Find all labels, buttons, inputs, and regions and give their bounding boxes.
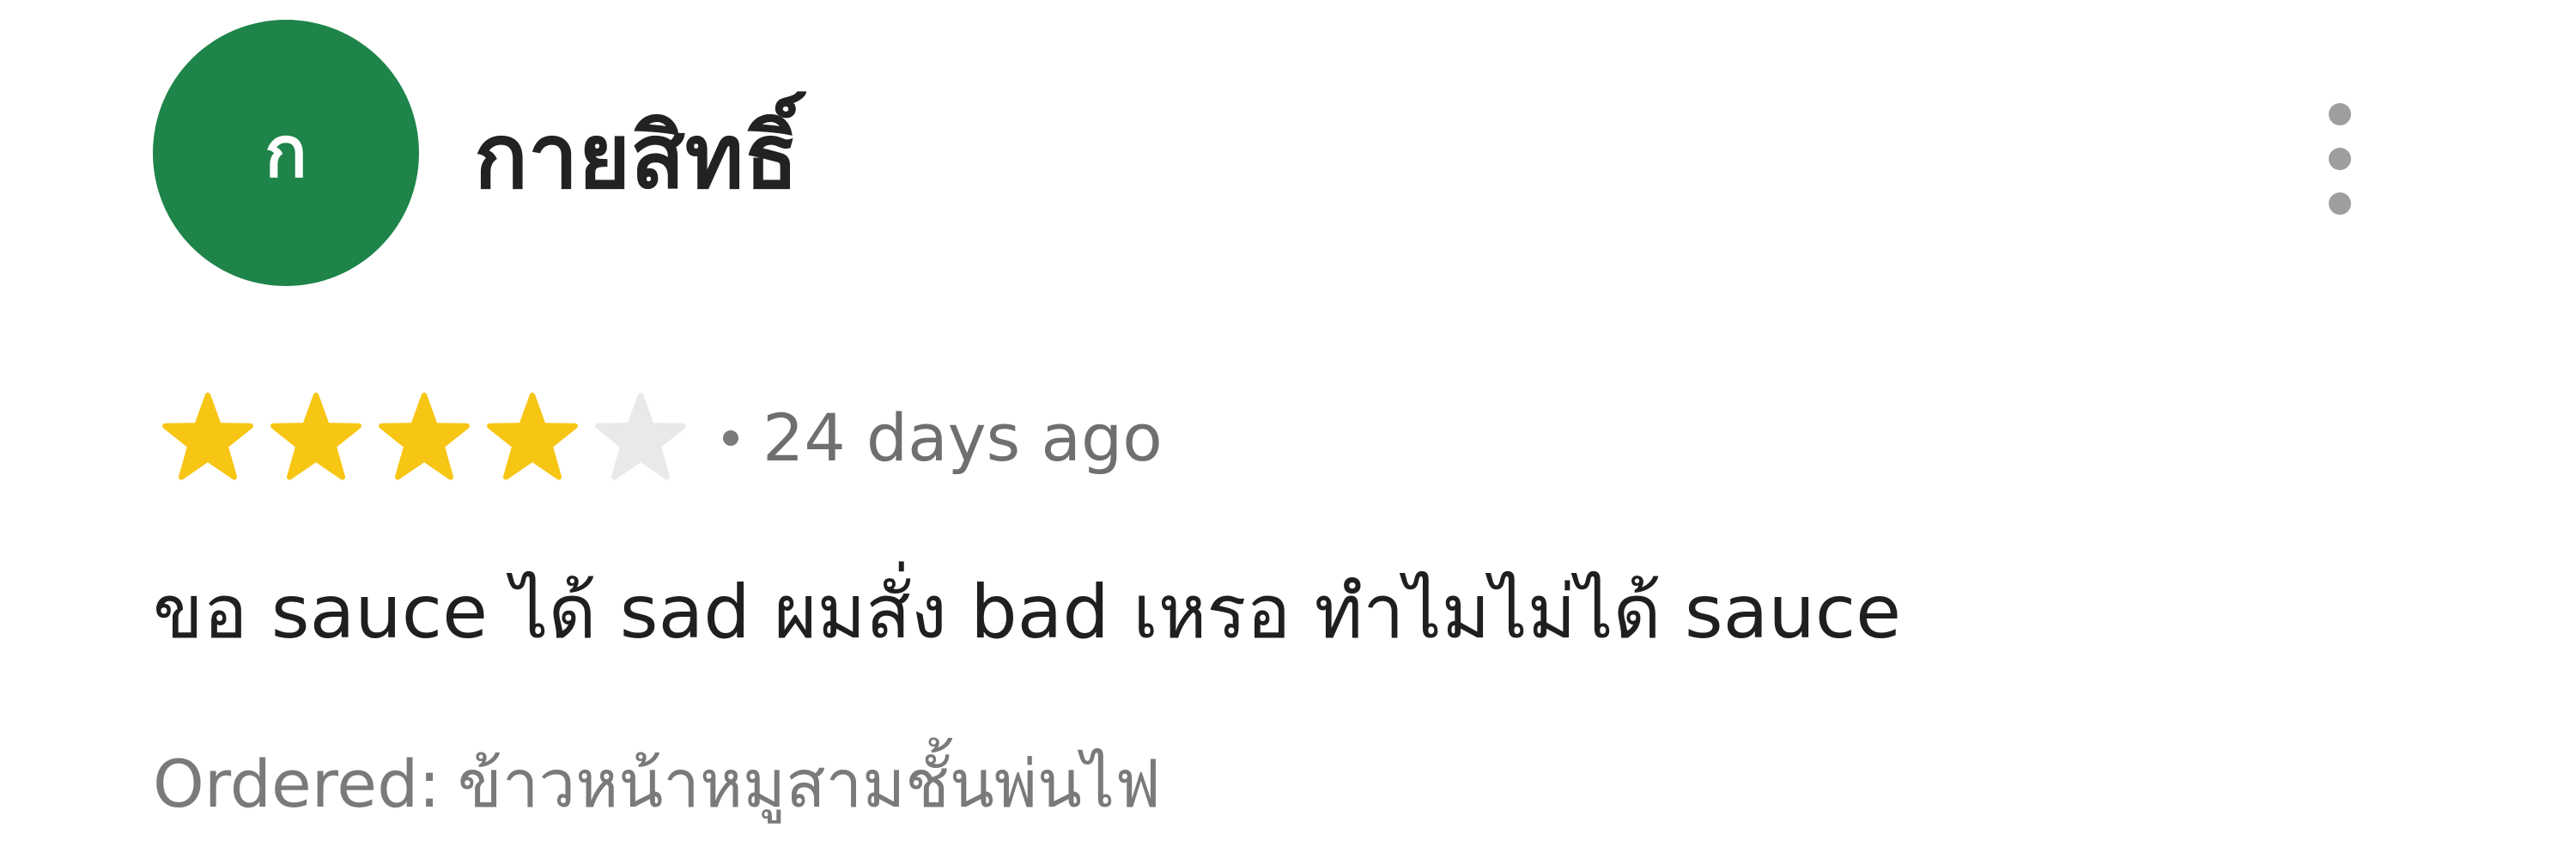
more-vertical-icon (2329, 103, 2351, 125)
star-filled-icon (162, 393, 253, 480)
separator-dot (723, 430, 738, 446)
ordered-label: Ordered: (153, 746, 440, 822)
review-card: ก กายสิทธิ์ 24 days ago ขอ sauce ได้ sad… (0, 0, 2576, 859)
more-vertical-icon (2329, 148, 2351, 170)
star-empty-icon (595, 393, 686, 480)
more-vertical-icon (2329, 192, 2351, 215)
reviewer-name[interactable]: กายสิทธิ์ (474, 103, 799, 210)
more-options-button[interactable] (2310, 103, 2370, 215)
review-date: 24 days ago (762, 399, 1163, 476)
avatar[interactable]: ก (153, 20, 419, 286)
ordered-item: ข้าวหน้าหมูสามชั้นพ่นไฟ (457, 746, 1161, 822)
review-text: ขอ sauce ได้ sad ผมสั่ง bad เหรอ ทำไมไม่… (153, 570, 1902, 655)
star-filled-icon (487, 393, 578, 480)
ordered-line: Ordered: ข้าวหน้าหมูสามชั้นพ่นไฟ (153, 743, 1161, 825)
rating-row: 24 days ago (161, 391, 1163, 485)
star-rating (161, 392, 687, 484)
star-filled-icon (379, 393, 470, 480)
star-filled-icon (270, 393, 361, 480)
avatar-initial: ก (264, 112, 307, 193)
